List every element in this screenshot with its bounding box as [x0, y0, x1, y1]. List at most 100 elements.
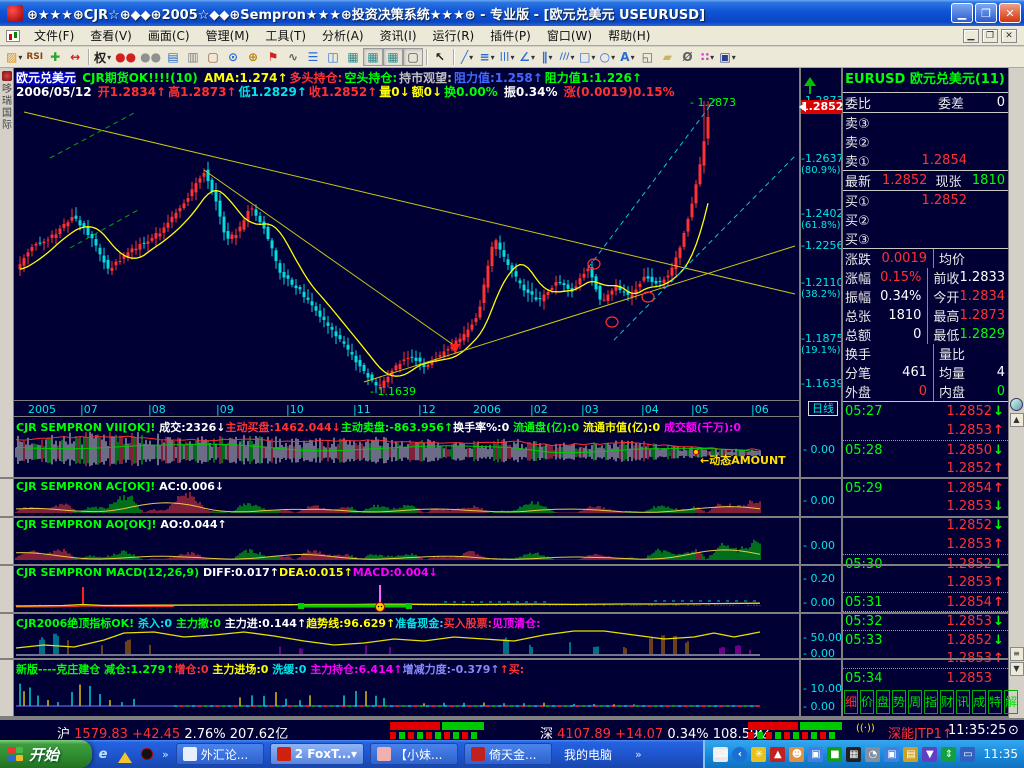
- input-method-icon[interactable]: ⌨: [713, 746, 729, 762]
- child-minimize-button[interactable]: ▁: [963, 28, 979, 43]
- lock-drawing-tool-button[interactable]: Ø: [677, 48, 697, 66]
- panel-chart-ao[interactable]: [14, 530, 800, 564]
- bid-row-2[interactable]: 买②: [842, 210, 1008, 229]
- connection-plug-button[interactable]: ∿: [283, 48, 303, 66]
- list-menu-button[interactable]: ≡: [1009, 647, 1024, 661]
- chart-view-1-button[interactable]: ▦: [343, 48, 363, 66]
- menu-item-5[interactable]: 分析(A): [314, 25, 372, 46]
- quote-tab-周[interactable]: 周: [908, 690, 923, 714]
- panel-chart-top-indicator[interactable]: [14, 628, 800, 658]
- color-palette-tool-button[interactable]: ∷ ▾: [697, 48, 717, 66]
- taskbar-task-3[interactable]: 倚天金...: [464, 743, 553, 765]
- triangle-icon[interactable]: ▼: [922, 746, 938, 762]
- panel-chart-ac[interactable]: [14, 492, 800, 516]
- menu-item-1[interactable]: 查看(V): [82, 25, 140, 46]
- layout-columns-button[interactable]: ◫: [323, 48, 343, 66]
- child-close-button[interactable]: ✕: [1001, 28, 1017, 43]
- network2-icon[interactable]: ▣: [884, 746, 900, 762]
- menu-item-9[interactable]: 窗口(W): [539, 25, 600, 46]
- start-button[interactable]: 开始: [0, 740, 92, 768]
- copy-pages-button[interactable]: ▥: [183, 48, 203, 66]
- rights-adjust-button[interactable]: 权 ▾: [92, 48, 113, 66]
- panel-chart-macd[interactable]: [14, 580, 800, 612]
- quote-tab-盘[interactable]: 盘: [876, 690, 891, 714]
- quicklaunch-warning-icon[interactable]: [116, 745, 134, 763]
- layout-rows-button[interactable]: ☰: [303, 48, 323, 66]
- search-button[interactable]: ⊙: [223, 48, 243, 66]
- minimize-button[interactable]: ▁: [951, 3, 973, 23]
- draw-parallel-tool-button[interactable]: ///▾: [557, 48, 577, 66]
- users-icon[interactable]: ☻: [789, 746, 805, 762]
- system-tools-button[interactable]: ⊕: [243, 48, 263, 66]
- sidebar-tool-icon[interactable]: [1, 71, 12, 81]
- tick-row[interactable]: 1.2853 ↓: [842, 497, 1008, 516]
- quote-tab-成[interactable]: 成: [972, 690, 987, 714]
- quote-pause-button[interactable]: ●●: [138, 48, 163, 66]
- menu-item-6[interactable]: 资讯(I): [372, 25, 425, 46]
- quicklaunch-bomb-icon[interactable]: [138, 745, 156, 763]
- copy-object-tool-button[interactable]: ◱: [637, 48, 657, 66]
- period-selector[interactable]: 日线: [808, 401, 838, 416]
- main-price-chart[interactable]: - 1.2873 - 1.1639: [14, 96, 800, 400]
- taskbar-task-1[interactable]: 2 FoxT... ▾: [269, 743, 365, 765]
- menu-item-2[interactable]: 画面(C): [140, 25, 198, 46]
- green-square-icon[interactable]: ■: [827, 746, 843, 762]
- tick-row[interactable]: 05:34 1.2853: [842, 668, 1008, 687]
- save-drawing-tool-button[interactable]: ▣ ▾: [717, 48, 737, 66]
- anchor-up-icon[interactable]: [804, 71, 816, 94]
- bid-row-1[interactable]: 买① 1.2852: [842, 191, 1008, 210]
- child-restore-button[interactable]: ❐: [982, 28, 998, 43]
- tick-row[interactable]: 1.2853↑: [842, 573, 1008, 592]
- dynamic-quote-button[interactable]: ●●: [113, 48, 138, 66]
- ask-row-2[interactable]: 卖②: [842, 132, 1008, 151]
- panel-chart-kezhuang[interactable]: [14, 674, 800, 716]
- draw-channel-tool-button[interactable]: ∥ ▾: [537, 48, 557, 66]
- tick-row[interactable]: 1.2852 ↑: [842, 459, 1008, 478]
- quote-tab-特[interactable]: 特: [988, 690, 1003, 714]
- quote-tab-讯[interactable]: 讯: [956, 690, 971, 714]
- open-chart-button[interactable]: ▨ ▾: [4, 48, 24, 66]
- menu-item-4[interactable]: 工具(T): [257, 25, 314, 46]
- draw-vlines-tool-button[interactable]: ||| ▾: [497, 48, 517, 66]
- chart-view-3-button[interactable]: ▦: [383, 48, 404, 66]
- quicklaunch-overflow-chevron[interactable]: »: [162, 748, 169, 761]
- status-circle-icon[interactable]: ⊙: [1008, 723, 1019, 738]
- quote-tab-财[interactable]: 财: [940, 690, 955, 714]
- quote-tab-指[interactable]: 指: [924, 690, 939, 714]
- draw-hlines-tool-button[interactable]: ≡ ▾: [477, 48, 497, 66]
- scroll-up-button[interactable]: ▲: [1009, 413, 1024, 427]
- ask-row-3[interactable]: 卖③: [842, 113, 1008, 132]
- grid-icon[interactable]: ▦: [846, 746, 862, 762]
- menu-item-3[interactable]: 管理(M): [198, 25, 258, 46]
- quote-tab-细[interactable]: 细: [844, 690, 859, 714]
- taskbar-overflow-chevron[interactable]: »: [635, 748, 642, 761]
- bid-row-3[interactable]: 买③: [842, 229, 1008, 248]
- draw-line-tool-button[interactable]: ╱ ▾: [457, 48, 477, 66]
- panel-chart-vii[interactable]: [14, 431, 800, 477]
- taskbar-task-4[interactable]: 我的电脑: [558, 743, 628, 765]
- info-book-button[interactable]: ▢: [203, 48, 223, 66]
- updown-icon[interactable]: ⇕: [941, 746, 957, 762]
- quicklaunch-ie-icon[interactable]: e: [94, 745, 112, 763]
- network-icon[interactable]: ▣: [808, 746, 824, 762]
- menu-item-10[interactable]: 帮助(H): [600, 25, 658, 46]
- quote-tab-势[interactable]: 势: [892, 690, 907, 714]
- taskbar-task-2[interactable]: 【小妹...: [370, 743, 459, 765]
- pointer-tool-button[interactable]: ↖: [430, 48, 450, 66]
- horizontal-scale-button[interactable]: ↔: [65, 48, 85, 66]
- ask-row-1[interactable]: 卖① 1.2854: [842, 151, 1008, 170]
- close-button[interactable]: ✕: [999, 3, 1021, 23]
- gauge-icon[interactable]: ◔: [865, 746, 881, 762]
- starburst-icon[interactable]: ✳: [751, 746, 767, 762]
- tick-row[interactable]: 05:31 1.2854 ↑: [842, 592, 1008, 611]
- quote-tab-解[interactable]: 解: [1004, 690, 1019, 714]
- draw-ellipse-tool-button[interactable]: ○ ▾: [597, 48, 617, 66]
- collapse-tray-icon[interactable]: ‹: [732, 746, 748, 762]
- calendar-button[interactable]: ▤: [163, 48, 183, 66]
- menu-item-7[interactable]: 运行(R): [425, 25, 483, 46]
- tick-row[interactable]: 1.2853↑: [842, 535, 1008, 554]
- tick-row[interactable]: 05:28 1.2850 ↓: [842, 440, 1008, 459]
- desktop-view-button[interactable]: ▢: [403, 48, 424, 66]
- scroll-down-button[interactable]: ▼: [1009, 662, 1024, 676]
- menu-item-0[interactable]: 文件(F): [26, 25, 82, 46]
